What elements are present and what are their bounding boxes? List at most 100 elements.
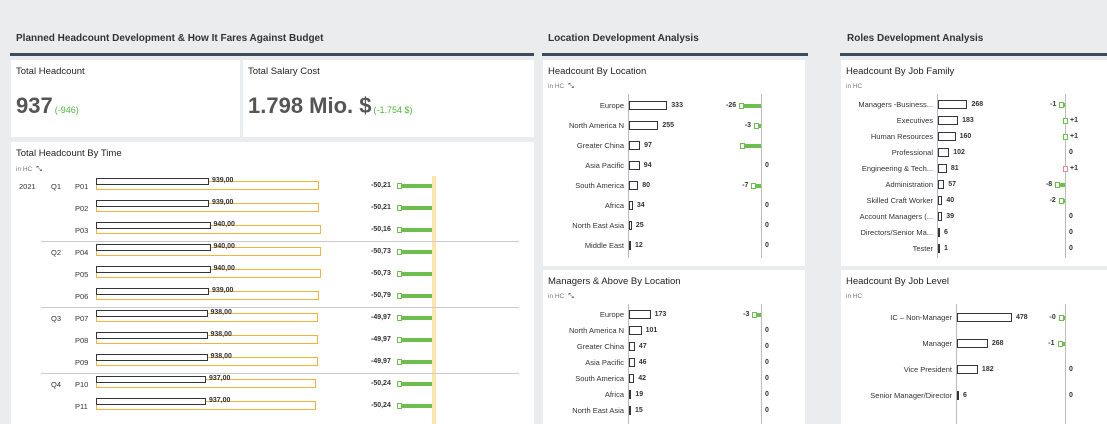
actual-bar[interactable] — [96, 200, 209, 207]
chart-row[interactable]: North East Asia 15 0 — [543, 403, 805, 419]
bar[interactable] — [938, 196, 943, 205]
bar[interactable] — [629, 241, 631, 250]
bar[interactable] — [938, 132, 956, 141]
drill-icon[interactable]: ⤡ — [568, 293, 574, 301]
actual-bar[interactable] — [96, 288, 209, 295]
actual-bar[interactable] — [96, 354, 208, 361]
chart-headcount-by-time[interactable]: Total Headcount By Time in HC ⤡ 2021 Q1 P0… — [11, 142, 534, 424]
bar[interactable] — [629, 201, 633, 210]
drill-icon[interactable]: ⤡ — [36, 166, 42, 174]
actual-bar[interactable] — [96, 222, 211, 229]
chart-row[interactable]: Africa 34 0 — [543, 198, 805, 214]
bar[interactable] — [629, 181, 639, 190]
chart-row[interactable]: Europe 173 -3 — [543, 307, 805, 323]
chart-managers-by-location[interactable]: Managers & Above By Location in HC ⤡ Euro… — [543, 270, 805, 424]
period-label: P06 — [75, 292, 89, 301]
chart-row[interactable]: Skilled Craft Worker 40 -2 — [841, 193, 1107, 209]
bar[interactable] — [629, 406, 631, 415]
chart-row[interactable]: Senior Manager/Director 6 0 — [841, 388, 1107, 404]
bar[interactable] — [938, 116, 959, 125]
time-row[interactable]: Q2 P04 940,00 -50,73 — [11, 242, 534, 264]
chart-row[interactable]: Administration 57 -8 — [841, 177, 1107, 193]
category-label: Managers -Business... — [858, 100, 933, 109]
chart-row[interactable]: Account Managers (... 39 0 — [841, 209, 1107, 225]
time-row[interactable]: P03 940,00 -50,16 — [11, 220, 534, 242]
bar[interactable] — [629, 326, 642, 335]
bar[interactable] — [629, 310, 651, 319]
bar[interactable] — [938, 244, 940, 253]
actual-bar[interactable] — [96, 310, 208, 317]
chart-title: Headcount By Location — [548, 66, 647, 77]
period-label: P05 — [75, 270, 89, 279]
actual-bar[interactable] — [96, 266, 211, 273]
chart-row[interactable]: North East Asia 25 0 — [543, 218, 805, 234]
bar[interactable] — [938, 100, 968, 109]
time-row[interactable]: Q3 P07 938,00 -49,97 — [11, 308, 534, 330]
bar[interactable] — [629, 221, 632, 230]
actual-bar[interactable] — [96, 332, 208, 339]
chart-row[interactable]: Asia Pacific 94 0 — [543, 158, 805, 174]
chart-row[interactable]: Tester 1 0 — [841, 241, 1107, 257]
dashboard: Planned Headcount Development & How It F… — [0, 0, 1107, 424]
time-row[interactable]: Q4 P10 937,00 -50,24 — [11, 374, 534, 396]
bar[interactable] — [938, 212, 943, 221]
chart-row[interactable]: Europe 333 -26 — [543, 98, 805, 114]
chart-row[interactable]: Managers -Business... 268 -1 — [841, 97, 1107, 113]
bar[interactable] — [629, 101, 668, 110]
time-row[interactable]: P09 938,00 -49,97 — [11, 352, 534, 374]
chart-row[interactable]: Professional 102 0 — [841, 145, 1107, 161]
chart-row[interactable]: South America 42 0 — [543, 371, 805, 387]
time-row[interactable]: P11 937,00 -50,24 — [11, 396, 534, 418]
chart-row[interactable]: Greater China 47 0 — [543, 339, 805, 355]
bar[interactable] — [938, 228, 940, 237]
bar[interactable] — [957, 365, 978, 374]
bar[interactable] — [957, 313, 1012, 322]
time-row[interactable]: P05 940,00 -50,73 — [11, 264, 534, 286]
category-label: Professional — [891, 148, 933, 157]
actual-bar[interactable] — [96, 244, 211, 251]
chart-row[interactable]: Human Resources 160 +1 — [841, 129, 1107, 145]
chart-row[interactable]: South America 80 -7 — [543, 178, 805, 194]
bar[interactable] — [938, 180, 945, 189]
chart-headcount-by-location[interactable]: Headcount By Location in HC ⤡ Europe 333 -2… — [543, 60, 805, 266]
chart-row[interactable]: Executives 183 +1 — [841, 113, 1107, 129]
bar[interactable] — [629, 161, 640, 170]
chart-row[interactable]: Engineering & Tech... 81 +1 — [841, 161, 1107, 177]
time-row[interactable]: P02 939,00 -50,21 — [11, 198, 534, 220]
kpi-card-salary[interactable]: Total Salary Cost 1.798 Mio. $ (-1.754 $) — [243, 60, 534, 137]
chart-row[interactable]: Africa 19 0 — [543, 387, 805, 403]
bar[interactable] — [629, 121, 659, 130]
bar[interactable] — [957, 339, 988, 348]
time-row[interactable]: P06 939,00 -50,79 — [11, 286, 534, 308]
bar-value: 160 — [959, 133, 972, 140]
bar[interactable] — [957, 391, 959, 400]
chart-row[interactable]: Greater China 97 — [543, 138, 805, 154]
variance-label: -3 — [743, 311, 750, 318]
actual-bar[interactable] — [96, 376, 206, 383]
bar[interactable] — [629, 390, 632, 399]
chart-row[interactable]: Middle East 12 0 — [543, 238, 805, 254]
bar[interactable] — [938, 148, 950, 157]
bar[interactable] — [629, 342, 635, 351]
time-row[interactable]: P08 938,00 -49,97 — [11, 330, 534, 352]
kpi-card-headcount[interactable]: Total Headcount 937 (-946) — [11, 60, 240, 137]
bar[interactable] — [938, 164, 947, 173]
chart-row[interactable]: North America N 101 0 — [543, 323, 805, 339]
chart-row[interactable]: Asia Pacific 46 0 — [543, 355, 805, 371]
chart-row[interactable]: North America N 255 -3 — [543, 118, 805, 134]
category-label: Account Managers (... — [859, 212, 933, 221]
bar[interactable] — [629, 374, 635, 383]
chart-row[interactable]: Directors/Senior Ma... 6 0 — [841, 225, 1107, 241]
chart-headcount-by-job-family[interactable]: Headcount By Job Family in HC Managers -… — [841, 60, 1107, 266]
drill-icon[interactable]: ⤡ — [568, 83, 574, 91]
chart-row[interactable]: Manager 268 -1 — [841, 336, 1107, 352]
bar[interactable] — [629, 358, 635, 367]
bar[interactable] — [629, 141, 641, 150]
time-row[interactable]: Q1 P01 939,00 -50,21 — [11, 176, 534, 198]
chart-row[interactable]: Vice President 182 0 — [841, 362, 1107, 378]
chart-row[interactable]: IC – Non-Manager 478 -0 — [841, 310, 1107, 326]
actual-bar[interactable] — [96, 398, 206, 405]
chart-headcount-by-job-level[interactable]: Headcount By Job Level in HC IC – Non-Ma… — [841, 270, 1107, 424]
actual-bar[interactable] — [96, 178, 209, 185]
variance-marker — [751, 183, 757, 189]
